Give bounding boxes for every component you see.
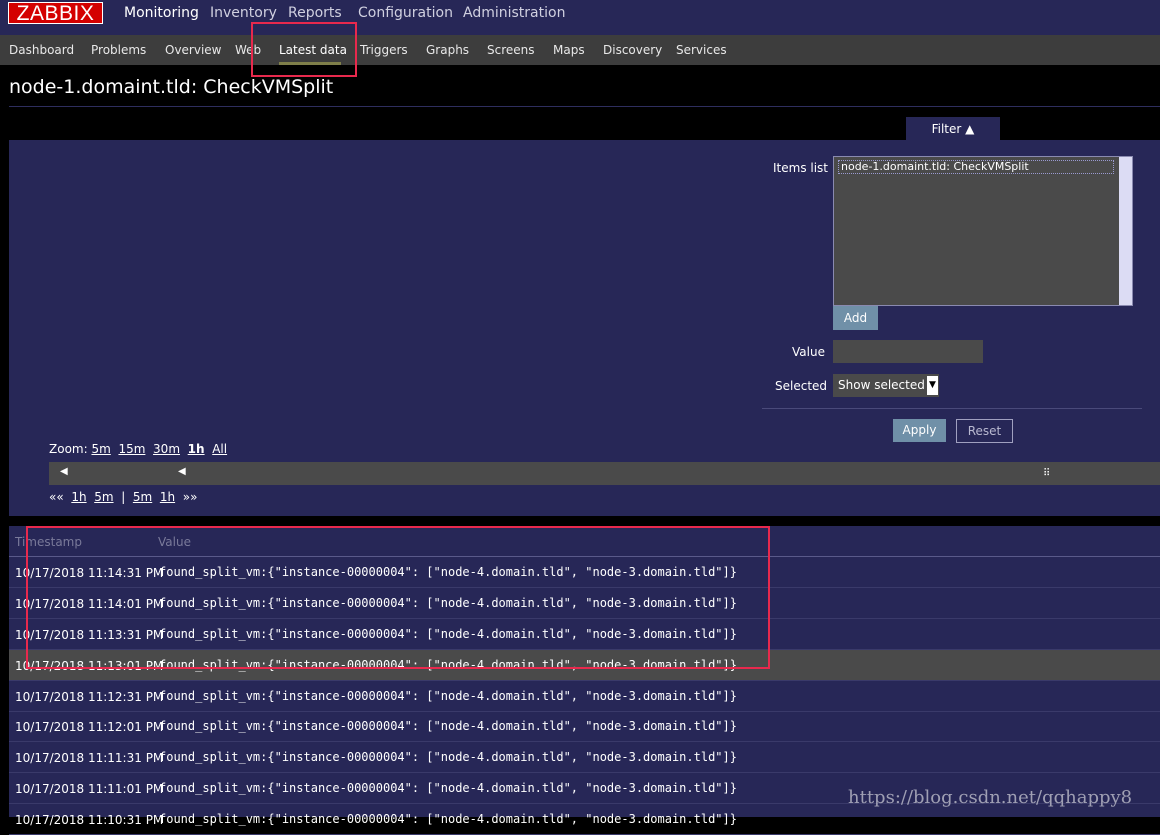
sub-nav: Dashboard Problems Overview Web Latest d…	[0, 35, 1160, 65]
subnav-graphs[interactable]: Graphs	[426, 43, 469, 57]
subnav-dashboard[interactable]: Dashboard	[9, 43, 74, 57]
highlight-values	[26, 526, 770, 669]
timeline-scrollbar[interactable]: ◀ ◀ ⠿	[49, 462, 1160, 485]
selected-label: Selected	[775, 379, 828, 393]
row-timestamp: 10/17/2018 11:12:31 PM	[15, 690, 164, 704]
row-value: found_split_vm:{"instance-00000004": ["n…	[159, 719, 737, 733]
back-1h-link[interactable]: 1h	[71, 490, 86, 504]
zabbix-logo[interactable]: ZABBIX	[8, 2, 103, 25]
fwd-fast-link[interactable]: »»	[183, 490, 198, 504]
left-arrow-icon[interactable]: ◀	[60, 466, 68, 477]
zoom-1h[interactable]: 1h	[188, 442, 205, 456]
apply-button[interactable]: Apply	[893, 419, 946, 442]
row-value: found_split_vm:{"instance-00000004": ["n…	[159, 781, 737, 795]
zoom-label: Zoom:	[49, 442, 88, 456]
dropdown-arrow-icon[interactable]: ▼	[927, 376, 938, 395]
zoom-bar: Zoom: 5m 15m 30m 1h All	[49, 442, 227, 456]
table-row: 10/17/2018 11:11:31 PM found_split_vm:{"…	[9, 742, 1160, 773]
menu-configuration[interactable]: Configuration	[358, 5, 453, 21]
subnav-triggers[interactable]: Triggers	[360, 43, 408, 57]
table-row: 10/17/2018 11:10:31 PM found_split_vm:{"…	[9, 804, 1160, 835]
row-timestamp: 10/17/2018 11:10:31 PM	[15, 813, 164, 827]
page-title: node-1.domaint.tld: CheckVMSplit	[9, 76, 334, 98]
back-5m-link[interactable]: 5m	[94, 490, 113, 504]
period-nav: «« 1h 5m | 5m 1h »»	[49, 490, 197, 504]
title-divider	[9, 106, 1160, 107]
watermark: https://blog.csdn.net/qqhappy8	[848, 787, 1133, 808]
menu-reports[interactable]: Reports	[288, 5, 342, 21]
selected-dropdown[interactable]: Show selected ▼	[833, 374, 939, 397]
zoom-30m[interactable]: 30m	[153, 442, 180, 456]
items-list-label: Items list	[773, 161, 829, 175]
zoom-all[interactable]: All	[212, 442, 227, 456]
filter-separator	[762, 408, 1142, 409]
menu-inventory[interactable]: Inventory	[210, 5, 277, 21]
table-row: 10/17/2018 11:12:01 PM found_split_vm:{"…	[9, 711, 1160, 742]
row-timestamp: 10/17/2018 11:11:01 PM	[15, 782, 164, 796]
items-list[interactable]: node-1.domaint.tld: CheckVMSplit	[833, 156, 1133, 306]
filter-toggle-tab[interactable]: Filter ▲	[906, 117, 1000, 140]
subnav-overview[interactable]: Overview	[165, 43, 222, 57]
table-row: 10/17/2018 11:12:31 PM found_split_vm:{"…	[9, 681, 1160, 712]
main-nav: ZABBIX Monitoring Inventory Reports Conf…	[0, 0, 1160, 35]
menu-monitoring[interactable]: Monitoring	[124, 5, 199, 21]
selected-value: Show selected	[838, 378, 925, 392]
zoom-5m[interactable]: 5m	[91, 442, 110, 456]
back-fast-link[interactable]: ««	[49, 490, 64, 504]
row-value: found_split_vm:{"instance-00000004": ["n…	[159, 812, 737, 826]
subnav-maps[interactable]: Maps	[553, 43, 585, 57]
reset-button[interactable]: Reset	[956, 419, 1013, 443]
subnav-screens[interactable]: Screens	[487, 43, 535, 57]
row-timestamp: 10/17/2018 11:11:31 PM	[15, 751, 164, 765]
row-value: found_split_vm:{"instance-00000004": ["n…	[159, 750, 737, 764]
subnav-problems[interactable]: Problems	[91, 43, 146, 57]
fwd-5m-link[interactable]: 5m	[133, 490, 152, 504]
zoom-15m[interactable]: 15m	[118, 442, 145, 456]
value-label: Value	[792, 345, 825, 359]
highlight-latest-data	[251, 22, 357, 77]
row-value: found_split_vm:{"instance-00000004": ["n…	[159, 689, 737, 703]
subnav-discovery[interactable]: Discovery	[603, 43, 662, 57]
items-list-scrollbar[interactable]	[1119, 157, 1132, 305]
period-separator: |	[121, 490, 126, 504]
menu-administration[interactable]: Administration	[463, 5, 565, 21]
add-button[interactable]: Add	[833, 306, 878, 330]
items-list-option[interactable]: node-1.domaint.tld: CheckVMSplit	[838, 160, 1114, 174]
grip-icon[interactable]: ⠿	[1043, 468, 1050, 479]
left-arrow-icon[interactable]: ◀	[178, 466, 186, 477]
subnav-services[interactable]: Services	[676, 43, 727, 57]
row-timestamp: 10/17/2018 11:12:01 PM	[15, 720, 164, 734]
value-input[interactable]	[833, 340, 983, 363]
fwd-1h-link[interactable]: 1h	[160, 490, 175, 504]
